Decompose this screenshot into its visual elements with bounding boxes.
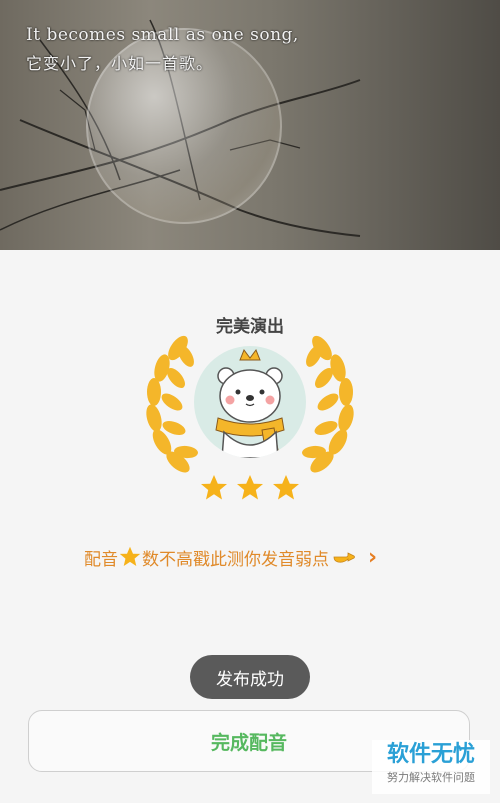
hint-text-before: 配音 [84, 549, 118, 570]
hint-text-after: 数不高戳此测你发音弱点 [142, 549, 329, 570]
rating-stars [201, 475, 299, 500]
subtitle-chinese: 它变小了，小如一首歌。 [26, 54, 214, 73]
publish-success-toast: 发布成功 [190, 655, 310, 699]
pointing-hand-icon [333, 552, 355, 563]
star-icon [273, 475, 299, 500]
watermark-logo: 软件无忧 努力解决软件问题 [372, 740, 490, 794]
star-icon [119, 546, 141, 567]
star-icon [201, 475, 227, 500]
chevron-right-icon: › [368, 544, 378, 570]
pronunciation-hint-link[interactable]: 配音 数不高戳此测你发音弱点 › [84, 543, 377, 571]
watermark-title: 软件无忧 [386, 742, 475, 767]
video-preview[interactable]: It becomes small as one song, 它变小了，小如一首歌… [0, 0, 500, 250]
watermark-slogan: 努力解决软件问题 [387, 771, 475, 784]
subtitle-english: It becomes small as one song, [26, 25, 299, 45]
bear-king-avatar [194, 346, 306, 458]
star-icon [237, 475, 263, 500]
